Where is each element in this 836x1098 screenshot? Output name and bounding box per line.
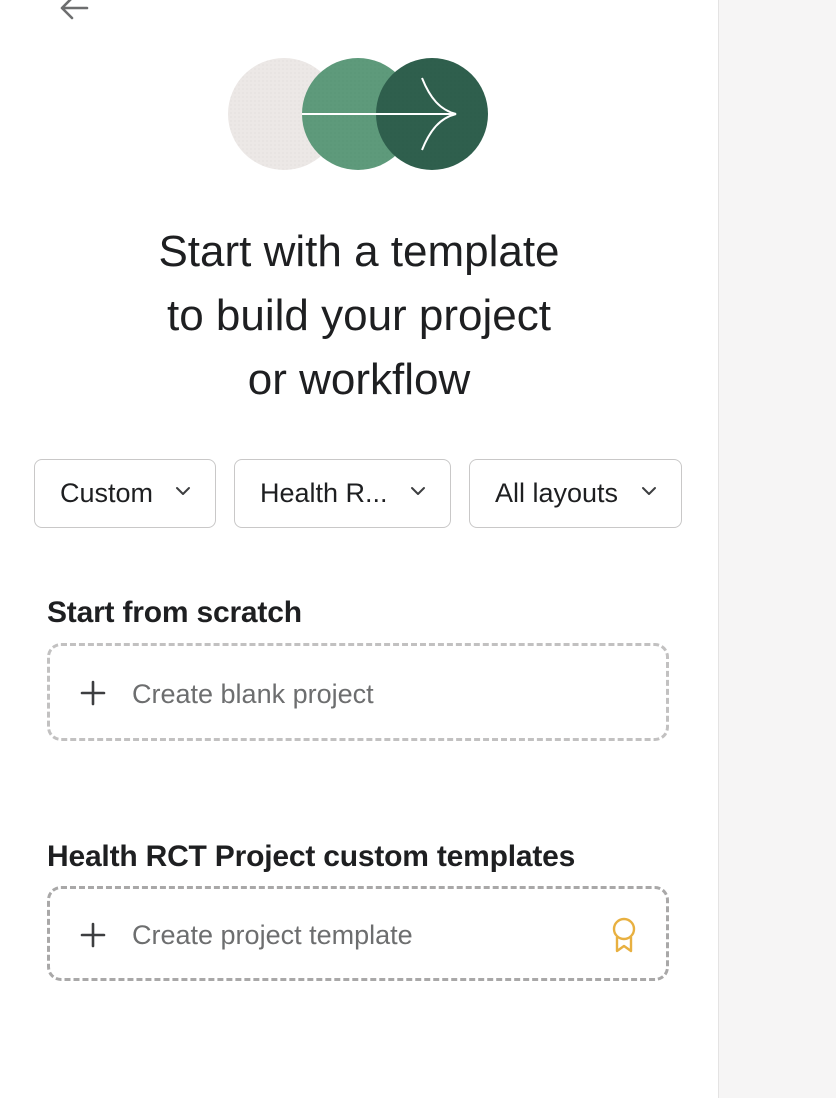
page-title-line-1: Start with a template (158, 227, 560, 276)
create-project-template-button[interactable]: Create project template (47, 886, 669, 981)
page-title-line-2: to build your project (167, 291, 551, 340)
filter-dropdown-team[interactable]: Health R... (234, 459, 451, 528)
section-title-custom-templates: Health RCT Project custom templates (47, 840, 576, 873)
chevron-down-icon (642, 487, 656, 495)
hero-illustration (228, 58, 488, 170)
plus-icon (80, 680, 106, 706)
create-blank-project-label: Create blank project (132, 679, 374, 709)
filter-dropdown-layout[interactable]: All layouts (469, 459, 682, 528)
plus-icon (80, 922, 106, 948)
filter-dropdown-type[interactable]: Custom (34, 459, 216, 528)
template-gallery-panel: Start with a template to build your proj… (0, 0, 718, 1098)
filter-dropdown-type-label: Custom (60, 478, 154, 508)
award-ribbon-icon (612, 917, 636, 953)
chevron-down-icon (411, 487, 425, 495)
template-preview-panel (719, 0, 836, 1098)
back-button[interactable] (56, 0, 92, 26)
chevron-down-icon (176, 487, 190, 495)
template-gallery-page: Start with a template to build your proj… (0, 0, 836, 1098)
filter-dropdown-layout-label: All layouts (495, 478, 619, 508)
filter-dropdown-team-label: Health R... (260, 478, 388, 508)
arrow-left-icon (60, 0, 89, 20)
page-title: Start with a template to build your proj… (0, 220, 718, 412)
create-blank-project-button[interactable]: Create blank project (47, 643, 669, 741)
page-title-line-3: or workflow (247, 355, 471, 404)
create-project-template-label: Create project template (132, 920, 413, 950)
section-title-scratch: Start from scratch (47, 596, 302, 629)
